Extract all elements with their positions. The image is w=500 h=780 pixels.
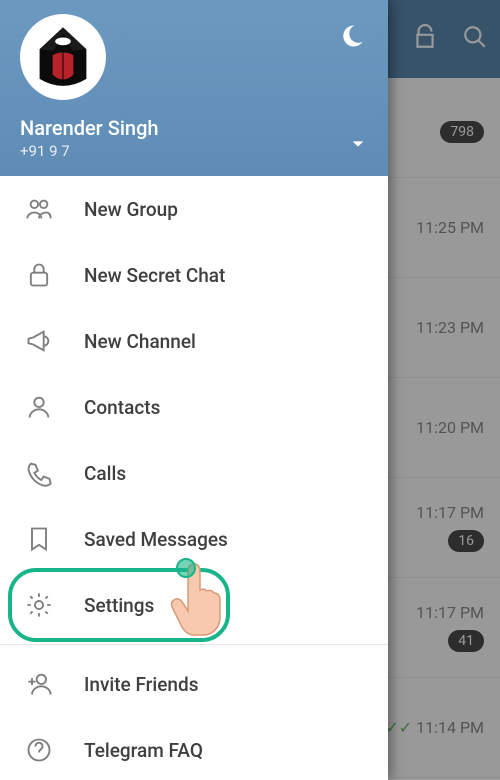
- menu-new-channel[interactable]: New Channel: [0, 308, 388, 374]
- drawer-header: Narender Singh +91 9 7: [0, 0, 388, 176]
- avatar-image: [24, 18, 102, 96]
- menu-label: New Group: [84, 198, 178, 221]
- night-mode-icon[interactable]: [338, 22, 366, 50]
- menu-calls[interactable]: Calls: [0, 440, 388, 506]
- megaphone-icon: [24, 326, 54, 356]
- add-person-icon: [24, 669, 54, 699]
- menu-saved-messages[interactable]: Saved Messages: [0, 506, 388, 572]
- menu-new-group[interactable]: New Group: [0, 176, 388, 242]
- menu-contacts[interactable]: Contacts: [0, 374, 388, 440]
- menu-label: Settings: [84, 594, 154, 617]
- person-icon: [24, 392, 54, 422]
- avatar[interactable]: [20, 14, 106, 100]
- expand-accounts-icon[interactable]: [350, 136, 366, 156]
- menu-label: Contacts: [84, 396, 160, 419]
- bookmark-icon: [24, 524, 54, 554]
- lock-icon: [24, 260, 54, 290]
- menu-telegram-faq[interactable]: Telegram FAQ: [0, 717, 388, 780]
- menu-settings[interactable]: Settings: [0, 572, 388, 638]
- user-phone: +91 9 7: [20, 142, 368, 160]
- menu-label: Invite Friends: [84, 673, 198, 696]
- help-icon: [24, 735, 54, 765]
- gear-icon: [24, 590, 54, 620]
- phone-icon: [24, 458, 54, 488]
- menu-new-secret-chat[interactable]: New Secret Chat: [0, 242, 388, 308]
- group-icon: [24, 194, 54, 224]
- menu-label: Saved Messages: [84, 528, 228, 551]
- navigation-drawer: Narender Singh +91 9 7 New Group New Sec…: [0, 0, 388, 780]
- user-name: Narender Singh: [20, 116, 368, 140]
- menu-divider: [0, 644, 388, 645]
- menu-label: New Secret Chat: [84, 264, 225, 287]
- menu-invite-friends[interactable]: Invite Friends: [0, 651, 388, 717]
- menu-label: New Channel: [84, 330, 196, 353]
- menu-label: Calls: [84, 462, 126, 485]
- drawer-menu: New Group New Secret Chat New Channel Co…: [0, 176, 388, 780]
- menu-label: Telegram FAQ: [84, 739, 203, 762]
